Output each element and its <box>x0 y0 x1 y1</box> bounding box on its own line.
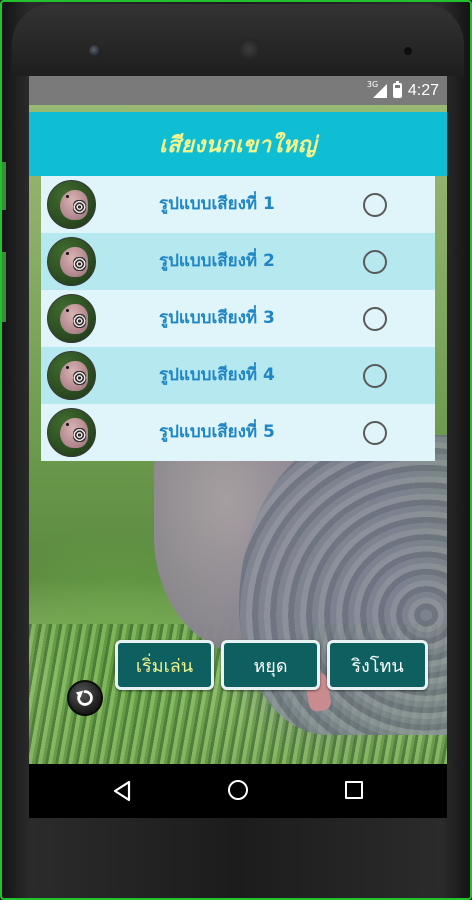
dove-avatar <box>47 294 96 343</box>
sound-label: รูปแบบเสียงที่ 3 <box>159 308 275 328</box>
sound-label: รูปแบบเสียงที่ 1 <box>159 194 275 214</box>
ringtone-button[interactable]: ริงโทน <box>327 640 428 690</box>
front-camera-icon <box>89 45 101 57</box>
sound-label: รูปแบบเสียงที่ 5 <box>159 422 275 442</box>
dove-avatar <box>47 351 96 400</box>
radio-button[interactable] <box>363 364 387 388</box>
dove-avatar <box>47 180 96 229</box>
recents-square-icon[interactable] <box>345 781 363 799</box>
phone-screen: 3G 4:27 เสียงนกเขาใหญ่ รูปแบบเสียงที่ 1 <box>29 76 447 818</box>
power-button <box>2 252 6 322</box>
cell-signal-icon: 3G <box>367 80 387 100</box>
radio-button[interactable] <box>363 250 387 274</box>
list-item-sound-5[interactable]: รูปแบบเสียงที่ 5 <box>41 404 435 461</box>
repeat-icon[interactable] <box>67 680 103 716</box>
status-clock: 4:27 <box>407 81 439 99</box>
status-bar: 3G 4:27 <box>29 76 447 105</box>
navigation-bar <box>29 764 447 818</box>
proximity-sensor-icon <box>404 47 412 55</box>
status-indicators: 3G 4:27 <box>367 76 439 105</box>
stop-button[interactable]: หยุด <box>221 640 320 690</box>
volume-button <box>2 162 6 210</box>
list-item-sound-4[interactable]: รูปแบบเสียงที่ 4 <box>41 347 435 404</box>
sound-label: รูปแบบเสียงที่ 2 <box>159 251 275 271</box>
page-title: เสียงนกเขาใหญ่ <box>159 132 317 158</box>
device-frame: 3G 4:27 เสียงนกเขาใหญ่ รูปแบบเสียงที่ 1 <box>0 0 472 900</box>
back-triangle-icon[interactable] <box>111 779 133 803</box>
app-header: เสียงนกเขาใหญ่ <box>29 112 447 176</box>
sound-label: รูปแบบเสียงที่ 4 <box>159 365 275 385</box>
list-item-sound-2[interactable]: รูปแบบเสียงที่ 2 <box>41 233 435 290</box>
list-item-sound-3[interactable]: รูปแบบเสียงที่ 3 <box>41 290 435 347</box>
radio-button[interactable] <box>363 307 387 331</box>
earpiece-speaker-icon <box>238 38 260 60</box>
radio-button[interactable] <box>363 421 387 445</box>
radio-button[interactable] <box>363 193 387 217</box>
battery-icon <box>392 81 402 98</box>
dove-avatar <box>47 408 96 457</box>
home-circle-icon[interactable] <box>228 780 248 800</box>
sound-list: รูปแบบเสียงที่ 1 รูปแบบเสียงที่ 2 รูปแบบ… <box>41 176 435 461</box>
device-top-bezel <box>12 4 464 76</box>
dove-avatar <box>47 237 96 286</box>
play-button[interactable]: เริ่มเล่น <box>115 640 214 690</box>
list-item-sound-1[interactable]: รูปแบบเสียงที่ 1 <box>41 176 435 233</box>
app-content: เสียงนกเขาใหญ่ รูปแบบเสียงที่ 1 รูปแบบเส… <box>29 105 447 764</box>
